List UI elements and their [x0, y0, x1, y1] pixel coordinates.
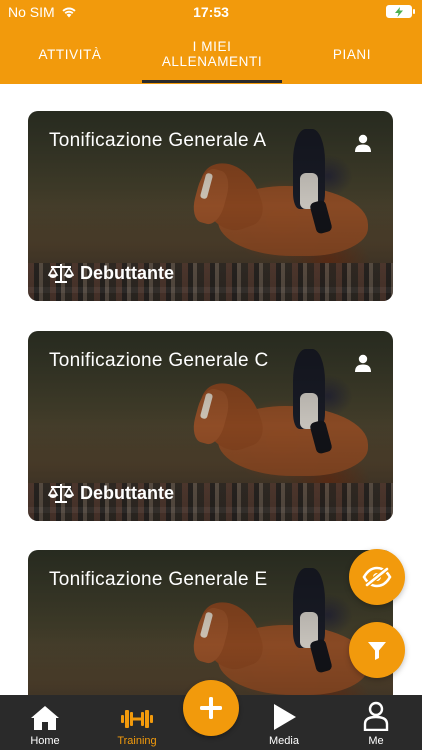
toggle-visibility-button[interactable] — [349, 549, 405, 605]
status-time: 17:53 — [193, 4, 229, 20]
user-icon — [355, 134, 371, 152]
home-icon — [31, 706, 59, 730]
active-tab-indicator — [142, 80, 282, 83]
tab-attivita[interactable]: ATTIVITÀ — [0, 24, 140, 84]
nav-home[interactable]: Home — [3, 695, 87, 750]
tab-piani-label: PIANI — [332, 46, 372, 62]
workout-title: Tonificazione Generale A — [49, 130, 267, 151]
workout-card[interactable]: Tonificazione Generale A Debuttante — [28, 111, 393, 301]
workout-level: Debuttante — [48, 262, 174, 284]
filter-button[interactable] — [349, 622, 405, 678]
workout-title: Tonificazione Generale C — [49, 350, 269, 371]
user-icon — [355, 354, 371, 372]
plus-icon — [200, 697, 222, 719]
scale-icon — [48, 264, 74, 283]
tab-miei-allenamenti-label: I MIEI ALLENAMENTI — [161, 39, 263, 69]
app-screen: No SIM 17:53 ATTIVITÀ I MIEI ALLENAMENTI… — [0, 0, 422, 750]
play-icon — [274, 704, 296, 730]
nav-me[interactable]: Me — [334, 695, 418, 750]
workout-title: Tonificazione Generale E — [49, 569, 268, 590]
tab-piani[interactable]: PIANI — [282, 24, 422, 84]
workout-card[interactable]: Tonificazione Generale E — [28, 550, 393, 695]
person-icon — [363, 701, 389, 731]
tab-miei-allenamenti[interactable]: I MIEI ALLENAMENTI — [142, 24, 282, 84]
dumbbell-icon — [121, 710, 153, 728]
workout-level-label: Debuttante — [80, 482, 174, 503]
scale-icon — [48, 484, 74, 503]
nav-me-label: Me — [368, 735, 384, 747]
nav-media-label: Media — [269, 735, 299, 747]
top-tabs: ATTIVITÀ I MIEI ALLENAMENTI PIANI — [0, 24, 422, 84]
nav-training[interactable]: Training — [95, 695, 179, 750]
nav-media[interactable]: Media — [242, 695, 326, 750]
status-bar: No SIM 17:53 — [0, 0, 422, 24]
nav-training-label: Training — [117, 735, 157, 747]
tab-attivita-label: ATTIVITÀ — [38, 46, 102, 62]
workout-list: Tonificazione Generale A Debuttante Toni… — [0, 84, 422, 695]
add-workout-button[interactable] — [183, 680, 239, 736]
workout-level-label: Debuttante — [80, 262, 174, 283]
battery-charging-icon — [386, 5, 415, 18]
workout-card[interactable]: Tonificazione Generale C Debuttante — [28, 331, 393, 521]
nav-home-label: Home — [30, 735, 60, 747]
workout-level: Debuttante — [48, 482, 174, 504]
filter-icon — [368, 642, 386, 660]
eye-slash-icon — [362, 566, 392, 588]
